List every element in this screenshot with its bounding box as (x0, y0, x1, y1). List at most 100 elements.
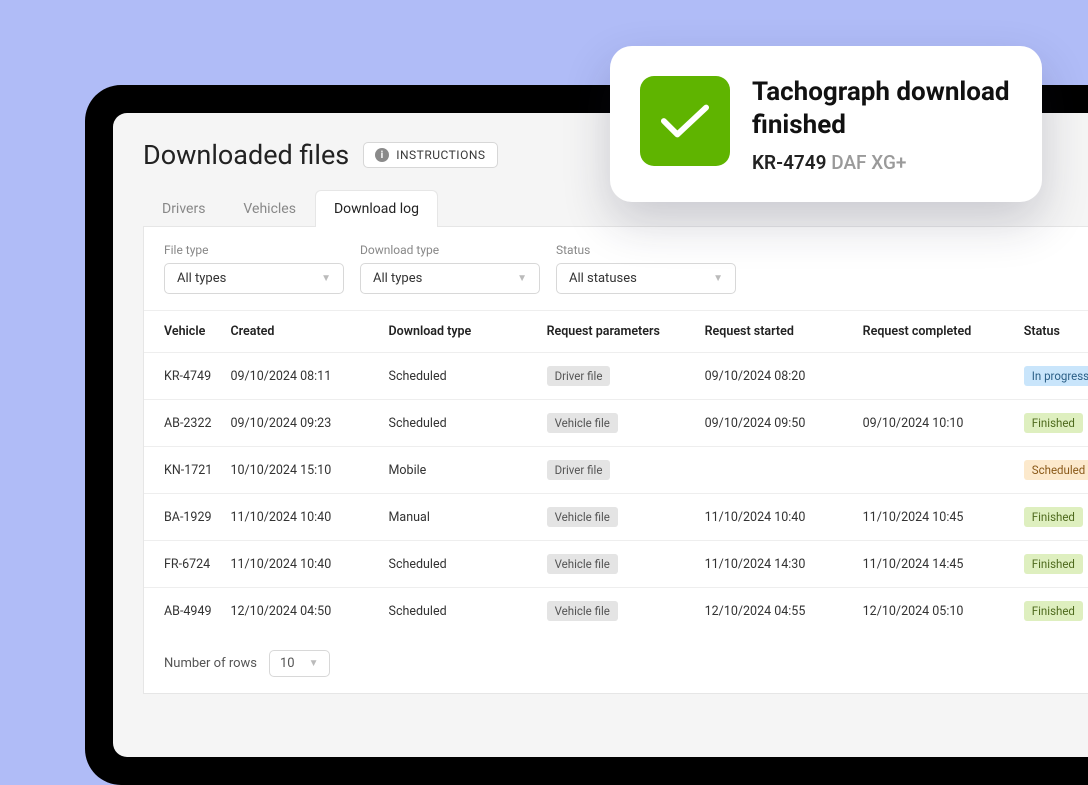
cell-request-completed: 11/10/2024 14:45 (853, 541, 1014, 588)
cell-vehicle: KN-1721 (144, 447, 220, 494)
rows-per-page-select[interactable]: 10 ▼ (269, 650, 330, 677)
cell-request-started: 11/10/2024 10:40 (695, 494, 853, 541)
info-icon: i (375, 148, 389, 162)
app-screen: Downloaded files i INSTRUCTIONS DOWNLOAD… (113, 113, 1088, 757)
filter-label: File type (164, 243, 344, 257)
toast-notification: Tachograph download finished KR-4749 DAF… (610, 46, 1042, 202)
cell-request-started (695, 447, 853, 494)
chevron-down-icon: ▼ (713, 273, 723, 284)
table-row[interactable]: FR-672411/10/2024 10:40Scheduled Vehicle … (144, 541, 1088, 588)
toast-subtitle: KR-4749 DAF XG+ (752, 151, 1012, 174)
col-request-params: Request parameters (537, 311, 695, 353)
cell-request-params: Vehicle file (537, 541, 695, 588)
download-log-table: Vehicle Created Download type Request pa… (144, 310, 1088, 634)
table-row[interactable]: BA-192911/10/2024 10:40ManualVehicle fil… (144, 494, 1088, 541)
cell-download-type: Manual (379, 494, 537, 541)
cell-download-type: Scheduled (379, 541, 537, 588)
toast-plate: KR-4749 (752, 151, 827, 174)
col-created: Created (220, 311, 378, 353)
toast-title: Tachograph download finished (752, 76, 1012, 141)
cell-request-completed: 11/10/2024 10:45 (853, 494, 1014, 541)
cell-request-completed (853, 447, 1014, 494)
tab-drivers[interactable]: Drivers (143, 190, 224, 227)
cell-request-started: 09/10/2024 09:50 (695, 400, 853, 447)
col-vehicle: Vehicle (144, 311, 220, 353)
table-footer: Number of rows 10 ▼ (144, 634, 1088, 693)
tab-vehicles[interactable]: Vehicles (224, 190, 315, 227)
cell-vehicle: FR-6724 (144, 541, 220, 588)
filter-file-type: File type All types ▼ (164, 243, 344, 294)
instructions-button[interactable]: i INSTRUCTIONS (363, 142, 497, 168)
cell-request-completed: 12/10/2024 05:10 (853, 588, 1014, 635)
table-row[interactable]: KR-474909/10/2024 08:11Scheduled Driver f… (144, 353, 1088, 400)
filter-label: Status (556, 243, 736, 257)
toast-vehicle: DAF XG+ (831, 151, 906, 174)
status-badge: Finished (1024, 413, 1083, 433)
params-chip: Vehicle file (547, 507, 618, 527)
filter-download-type: Download type All types ▼ (360, 243, 540, 294)
cell-created: 09/10/2024 08:11 (220, 353, 378, 400)
cell-status: Finished (1014, 400, 1088, 447)
instructions-label: INSTRUCTIONS (396, 148, 485, 162)
cell-status: Finished (1014, 541, 1088, 588)
status-badge: Finished (1024, 554, 1083, 574)
status-select[interactable]: All statuses ▼ (556, 263, 736, 294)
page-title: Downloaded files (143, 139, 349, 171)
cell-status: In progress (1014, 353, 1088, 400)
cell-status: Scheduled (1014, 447, 1088, 494)
cell-status: Finished (1014, 494, 1088, 541)
filters-row: File type All types ▼ Download type All … (144, 227, 1088, 310)
cell-request-params: Vehicle file (537, 494, 695, 541)
cell-request-params: Driver file (537, 447, 695, 494)
cell-status: Finished (1014, 588, 1088, 635)
cell-request-completed (853, 353, 1014, 400)
download-log-panel: File type All types ▼ Download type All … (143, 227, 1088, 694)
params-chip: Driver file (547, 366, 611, 386)
cell-created: 10/10/2024 15:10 (220, 447, 378, 494)
cell-created: 11/10/2024 10:40 (220, 494, 378, 541)
params-chip: Vehicle file (547, 413, 618, 433)
cell-download-type: Mobile (379, 447, 537, 494)
table-row[interactable]: AB-494912/10/2024 04:50ScheduledVehicle … (144, 588, 1088, 635)
status-badge: Scheduled (1024, 460, 1088, 480)
cell-download-type: Scheduled (379, 588, 537, 635)
cell-vehicle: KR-4749 (144, 353, 220, 400)
cell-download-type: Scheduled (379, 400, 537, 447)
chevron-down-icon: ▼ (309, 658, 319, 669)
cell-vehicle: AB-4949 (144, 588, 220, 635)
chevron-down-icon: ▼ (517, 273, 527, 284)
filter-status: Status All statuses ▼ (556, 243, 736, 294)
cell-created: 12/10/2024 04:50 (220, 588, 378, 635)
success-icon (640, 76, 730, 166)
download-type-select[interactable]: All types ▼ (360, 263, 540, 294)
table-header-row: Vehicle Created Download type Request pa… (144, 311, 1088, 353)
cell-vehicle: AB-2322 (144, 400, 220, 447)
cell-vehicle: BA-1929 (144, 494, 220, 541)
chevron-down-icon: ▼ (321, 273, 331, 284)
filter-label: Download type (360, 243, 540, 257)
col-status: Status (1014, 311, 1088, 353)
table-row[interactable]: AB-232209/10/2024 09:23Scheduled Vehicle … (144, 400, 1088, 447)
file-type-select[interactable]: All types ▼ (164, 263, 344, 294)
toast-body: Tachograph download finished KR-4749 DAF… (752, 76, 1012, 174)
cell-request-params: Vehicle file (537, 588, 695, 635)
col-request-completed: Request completed (853, 311, 1014, 353)
col-request-started: Request started (695, 311, 853, 353)
col-download-type: Download type (379, 311, 537, 353)
params-chip: Vehicle file (547, 554, 618, 574)
cell-request-started: 12/10/2024 04:55 (695, 588, 853, 635)
cell-request-started: 09/10/2024 08:20 (695, 353, 853, 400)
params-chip: Driver file (547, 460, 611, 480)
cell-download-type: Scheduled (379, 353, 537, 400)
cell-request-params: Vehicle file (537, 400, 695, 447)
cell-request-completed: 09/10/2024 10:10 (853, 400, 1014, 447)
status-badge: Finished (1024, 507, 1083, 527)
cell-request-params: Driver file (537, 353, 695, 400)
cell-created: 11/10/2024 10:40 (220, 541, 378, 588)
rows-label: Number of rows (164, 656, 257, 671)
tab-download-log[interactable]: Download log (315, 190, 438, 227)
table-row[interactable]: KN-172110/10/2024 15:10Mobile Driver file… (144, 447, 1088, 494)
status-badge: In progress (1024, 366, 1088, 386)
status-badge: Finished (1024, 601, 1083, 621)
cell-created: 09/10/2024 09:23 (220, 400, 378, 447)
